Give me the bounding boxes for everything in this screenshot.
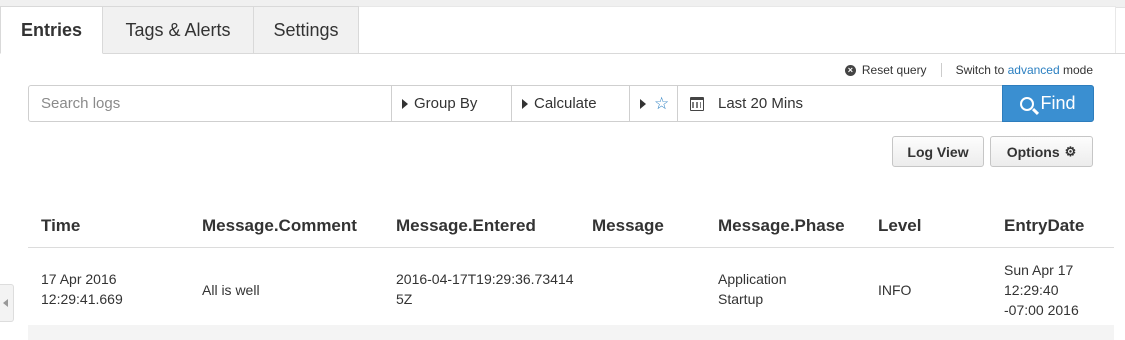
column-header-level[interactable]: Level [878, 216, 921, 236]
time-range-picker[interactable]: Last 20 Mins [677, 86, 1002, 121]
tab-bar-filler [359, 6, 1116, 53]
find-label: Find [1040, 93, 1076, 113]
table-footer-strip [28, 325, 1114, 340]
cell-level: INFO [878, 282, 912, 298]
tab-tags-alerts[interactable]: Tags & Alerts [102, 6, 254, 54]
group-by-dropdown[interactable]: Group By [391, 86, 511, 121]
sidebar-collapse-handle[interactable] [0, 284, 14, 322]
log-view-label: Log View [907, 143, 969, 160]
star-icon: ☆ [654, 93, 670, 113]
cell-phase: Application Startup [718, 271, 787, 307]
search-bar: Group By Calculate ☆ Last 20 Mins Find [28, 85, 1094, 122]
switch-mode-prefix: Switch to [955, 63, 1008, 77]
column-header-time[interactable]: Time [41, 216, 80, 236]
column-header-phase[interactable]: Message.Phase [718, 216, 845, 236]
column-header-comment[interactable]: Message.Comment [202, 216, 357, 236]
options-button[interactable]: Options ⚙ [990, 136, 1093, 167]
search-input[interactable] [29, 86, 391, 121]
query-links: × Reset query Switch to advanced mode [844, 63, 1093, 77]
find-button[interactable]: Find [1002, 85, 1094, 122]
column-header-entrydate[interactable]: EntryDate [1004, 216, 1084, 236]
cell-entry-date: Sun Apr 17 12:29:40 -07:00 2016 [1004, 262, 1079, 318]
cell-comment: All is well [202, 282, 260, 298]
column-header-message[interactable]: Message [592, 216, 664, 236]
cell-entered: 2016-04-17T19:29:36.734145Z [396, 271, 574, 307]
options-label: Options [1006, 143, 1060, 160]
column-header-entered[interactable]: Message.Entered [396, 216, 536, 236]
calculate-label: Calculate [534, 95, 597, 112]
cell-time: 17 Apr 2016 12:29:41.669 [41, 271, 123, 307]
table-row[interactable]: 17 Apr 2016 12:29:41.669 All is well 201… [28, 248, 1114, 325]
time-range-label: Last 20 Mins [718, 95, 804, 112]
log-view-button[interactable]: Log View [892, 136, 984, 167]
table-header: Time Message.Comment Message.Entered Mes… [28, 203, 1114, 248]
saved-queries-dropdown[interactable]: ☆ [629, 86, 677, 121]
caret-right-icon [402, 98, 408, 109]
search-icon [1020, 96, 1035, 111]
reset-query-label: Reset query [861, 63, 927, 77]
calendar-icon [690, 96, 704, 111]
tab-settings[interactable]: Settings [253, 6, 359, 54]
advanced-mode-link[interactable]: advanced [1008, 63, 1060, 77]
switch-mode-suffix: mode [1059, 63, 1093, 77]
caret-right-icon [522, 98, 528, 109]
caret-right-icon [640, 98, 646, 109]
gear-icon: ⚙ [1064, 143, 1077, 159]
group-by-label: Group By [414, 95, 478, 112]
calculate-dropdown[interactable]: Calculate [511, 86, 629, 121]
close-circle-icon: × [844, 64, 856, 76]
tab-entries[interactable]: Entries [0, 6, 103, 54]
switch-mode: Switch to advanced mode [942, 63, 1093, 77]
reset-query-link[interactable]: × Reset query [844, 63, 942, 77]
entries-table: Time Message.Comment Message.Entered Mes… [28, 203, 1114, 325]
